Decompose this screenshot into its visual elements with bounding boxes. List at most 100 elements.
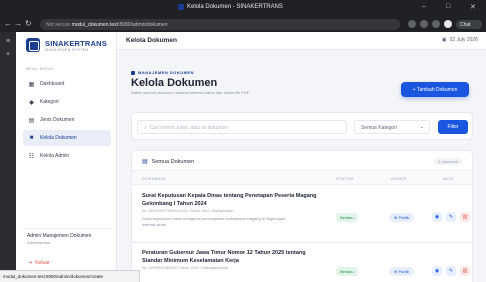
logout-button[interactable]: ⇥ Keluar	[28, 260, 50, 266]
sidebar-item-jenis-dokumen[interactable]: ▤ Jenis Dokumen	[23, 112, 111, 128]
table-row[interactable]: Surat Keputusan Kepala Dinas tentang Pen…	[132, 185, 472, 243]
access-label: Publik	[398, 269, 410, 274]
edit-button[interactable]: ✎	[446, 212, 456, 222]
url-security-label: Not secure	[46, 22, 71, 28]
category-select[interactable]: Semua Kategori ⌄	[354, 120, 430, 134]
section-icon	[131, 70, 135, 75]
sidebar-item-label: Kelola Dokumen	[40, 135, 77, 141]
topbar-title: Kelola Dokumen	[126, 37, 177, 44]
table-title-label: Semua Dokumen	[151, 158, 195, 165]
sidebar-menu: ▦ Dashboard ◆ Kategori ▤ Jenis Dokumen ■…	[23, 76, 111, 166]
reload-icon[interactable]: ↻	[25, 19, 32, 28]
document-count-badge: 4 dokumen	[434, 158, 462, 165]
extension-icon[interactable]	[408, 20, 416, 28]
document-meta: No. 12/PERGUB/2025 • Tahun 2025 • Ketena…	[142, 266, 228, 270]
file-icon: ▤	[28, 117, 35, 124]
access-badge: ⊕ Publik	[389, 267, 415, 276]
admin-name: Admin Manajemen Dokumen	[27, 233, 92, 239]
browser-toolbar: ← → ↻ Not secure modul_dokumen.test:8080…	[0, 16, 486, 32]
topbar: Kelola Dokumen ▣ 02 July 2026	[117, 32, 486, 50]
view-button[interactable]: ◉	[432, 266, 442, 276]
search-icon: ⌕	[144, 125, 147, 131]
search-input[interactable]: ⌕ Cari nomor, judul, atau isi dokumen	[137, 120, 347, 134]
forward-icon[interactable]: →	[14, 19, 22, 28]
access-badge: ⊕ Publik	[389, 213, 415, 222]
document-title[interactable]: Surat Keputusan Kepala Dinas tentang Pen…	[142, 193, 322, 209]
menu-heading: MENU MODUL	[26, 67, 55, 71]
link-preview-statusbar: modul_dokumen.test:8080/admin/dokumen/cr…	[0, 270, 140, 282]
brand-name: SINAKERTRANS	[45, 38, 107, 48]
delete-button[interactable]: ▥	[460, 266, 470, 276]
sidebar-item-label: Dashboard	[40, 81, 65, 87]
close-window-icon[interactable]: ✕	[470, 3, 476, 11]
admin-role: Administrator	[27, 240, 51, 245]
sidebar-item-label: Jenis Dokumen	[40, 117, 75, 123]
edit-button[interactable]: ✎	[446, 266, 456, 276]
tag-icon: ◆	[29, 99, 34, 106]
admin-profile: Admin Manajemen Dokumen Administrator	[23, 228, 111, 252]
logout-label: Keluar	[35, 260, 50, 266]
sidebar-item-kelola-admin[interactable]: ☷ Kelola Admin	[23, 148, 111, 164]
brand-subtitle: MANAJEMEN SYSTEM	[45, 47, 89, 52]
sidebar-item-dashboard[interactable]: ▦ Dashboard	[23, 76, 111, 92]
date-display: ▣ 02 July 2026	[442, 37, 478, 43]
page-eyebrow: MANAJEMEN DOKUMEN	[131, 70, 194, 75]
document-description: Surat keputusan resmi mengenai penempata…	[142, 216, 286, 227]
brand: SINAKERTRANS MANAJEMEN SYSTEM	[26, 38, 107, 52]
column-header-status: STATUS	[336, 176, 354, 181]
document-meta: No. 050/SK/KPTS/DK/1/2024 • Tahun 2024 •…	[142, 209, 234, 213]
tab-title: Kelola Dokumen - SINAKERTRANS	[187, 4, 283, 10]
logout-icon: ⇥	[28, 260, 33, 266]
document-title[interactable]: Peraturan Gubernur Jawa Timur Nomor 12 T…	[142, 250, 322, 266]
chevron-down-icon: ⌄	[419, 124, 424, 130]
view-button[interactable]: ◉	[432, 212, 442, 222]
sidebar-item-label: Kategori	[40, 99, 59, 105]
table-row[interactable]: Peraturan Gubernur Jawa Timur Nomor 12 T…	[132, 243, 472, 282]
url-path: :8080/admin/dokumen	[118, 22, 168, 28]
document-icon: ▤	[142, 159, 148, 165]
url-host: modul_dokumen.test	[71, 22, 118, 28]
page-title: Kelola Dokumen	[131, 77, 218, 89]
back-icon[interactable]: ←	[4, 19, 12, 28]
sidebar: SINAKERTRANS MANAJEMEN SYSTEM MENU MODUL…	[16, 32, 117, 270]
sidebar-item-kelola-dokumen[interactable]: ■ Kelola Dokumen	[23, 130, 111, 146]
page-description: Daftar seluruh dokumen instansi beserta …	[131, 90, 250, 95]
minimize-icon[interactable]: –	[422, 3, 426, 10]
favicon-icon	[178, 4, 184, 10]
main-content: MANAJEMEN DOKUMEN Kelola Dokumen Daftar …	[117, 50, 486, 282]
plus-icon[interactable]: +	[0, 51, 16, 58]
column-header-action: AKSI	[443, 176, 454, 181]
documents-table-card: ▤ Semua Dokumen 4 dokumen DOKUMEN STATUS…	[131, 150, 473, 282]
calendar-icon: ▣	[441, 37, 447, 43]
url-bar[interactable]: Not secure modul_dokumen.test:8080/admin…	[40, 19, 400, 30]
status-badge: Berlaku	[336, 267, 358, 276]
sidebar-item-kategori[interactable]: ◆ Kategori	[23, 94, 111, 110]
eyebrow-label: MANAJEMEN DOKUMEN	[138, 70, 195, 75]
maximize-icon[interactable]: □	[446, 3, 450, 10]
folder-icon: ■	[29, 135, 34, 141]
browser-tab[interactable]: Kelola Dokumen - SINAKERTRANS	[178, 4, 283, 10]
extension-icon[interactable]	[420, 20, 428, 28]
os-side-rail: ≡ +	[0, 32, 16, 282]
brand-logo-icon	[26, 38, 40, 52]
filter-button[interactable]: Filter	[438, 120, 468, 134]
chat-button[interactable]: Chat	[456, 20, 482, 29]
table-card-header: ▤ Semua Dokumen 4 dokumen	[132, 151, 472, 171]
bookmark-icon[interactable]	[432, 20, 440, 28]
table-title: ▤ Semua Dokumen	[142, 158, 195, 166]
browser-titlebar: Kelola Dokumen - SINAKERTRANS – □ ✕	[0, 0, 486, 16]
access-label: Publik	[398, 215, 410, 220]
profile-avatar[interactable]	[444, 20, 452, 28]
category-selected: Semua Kategori	[361, 125, 397, 131]
add-document-button[interactable]: + Tambah Dokumen	[401, 82, 469, 97]
sidebar-item-label: Kelola Admin	[40, 153, 70, 159]
users-icon: ☷	[28, 153, 35, 160]
grid-icon: ▦	[28, 81, 35, 88]
date-label: 02 July 2026	[449, 37, 478, 43]
delete-button[interactable]: ▥	[460, 212, 470, 222]
menu-icon[interactable]: ≡	[0, 38, 16, 45]
column-header-doc: DOKUMEN	[142, 176, 166, 181]
column-header-access: AKSES	[391, 176, 407, 181]
filter-card: ⌕ Cari nomor, judul, atau isi dokumen Se…	[131, 112, 473, 140]
status-badge: Berlaku	[336, 213, 358, 222]
